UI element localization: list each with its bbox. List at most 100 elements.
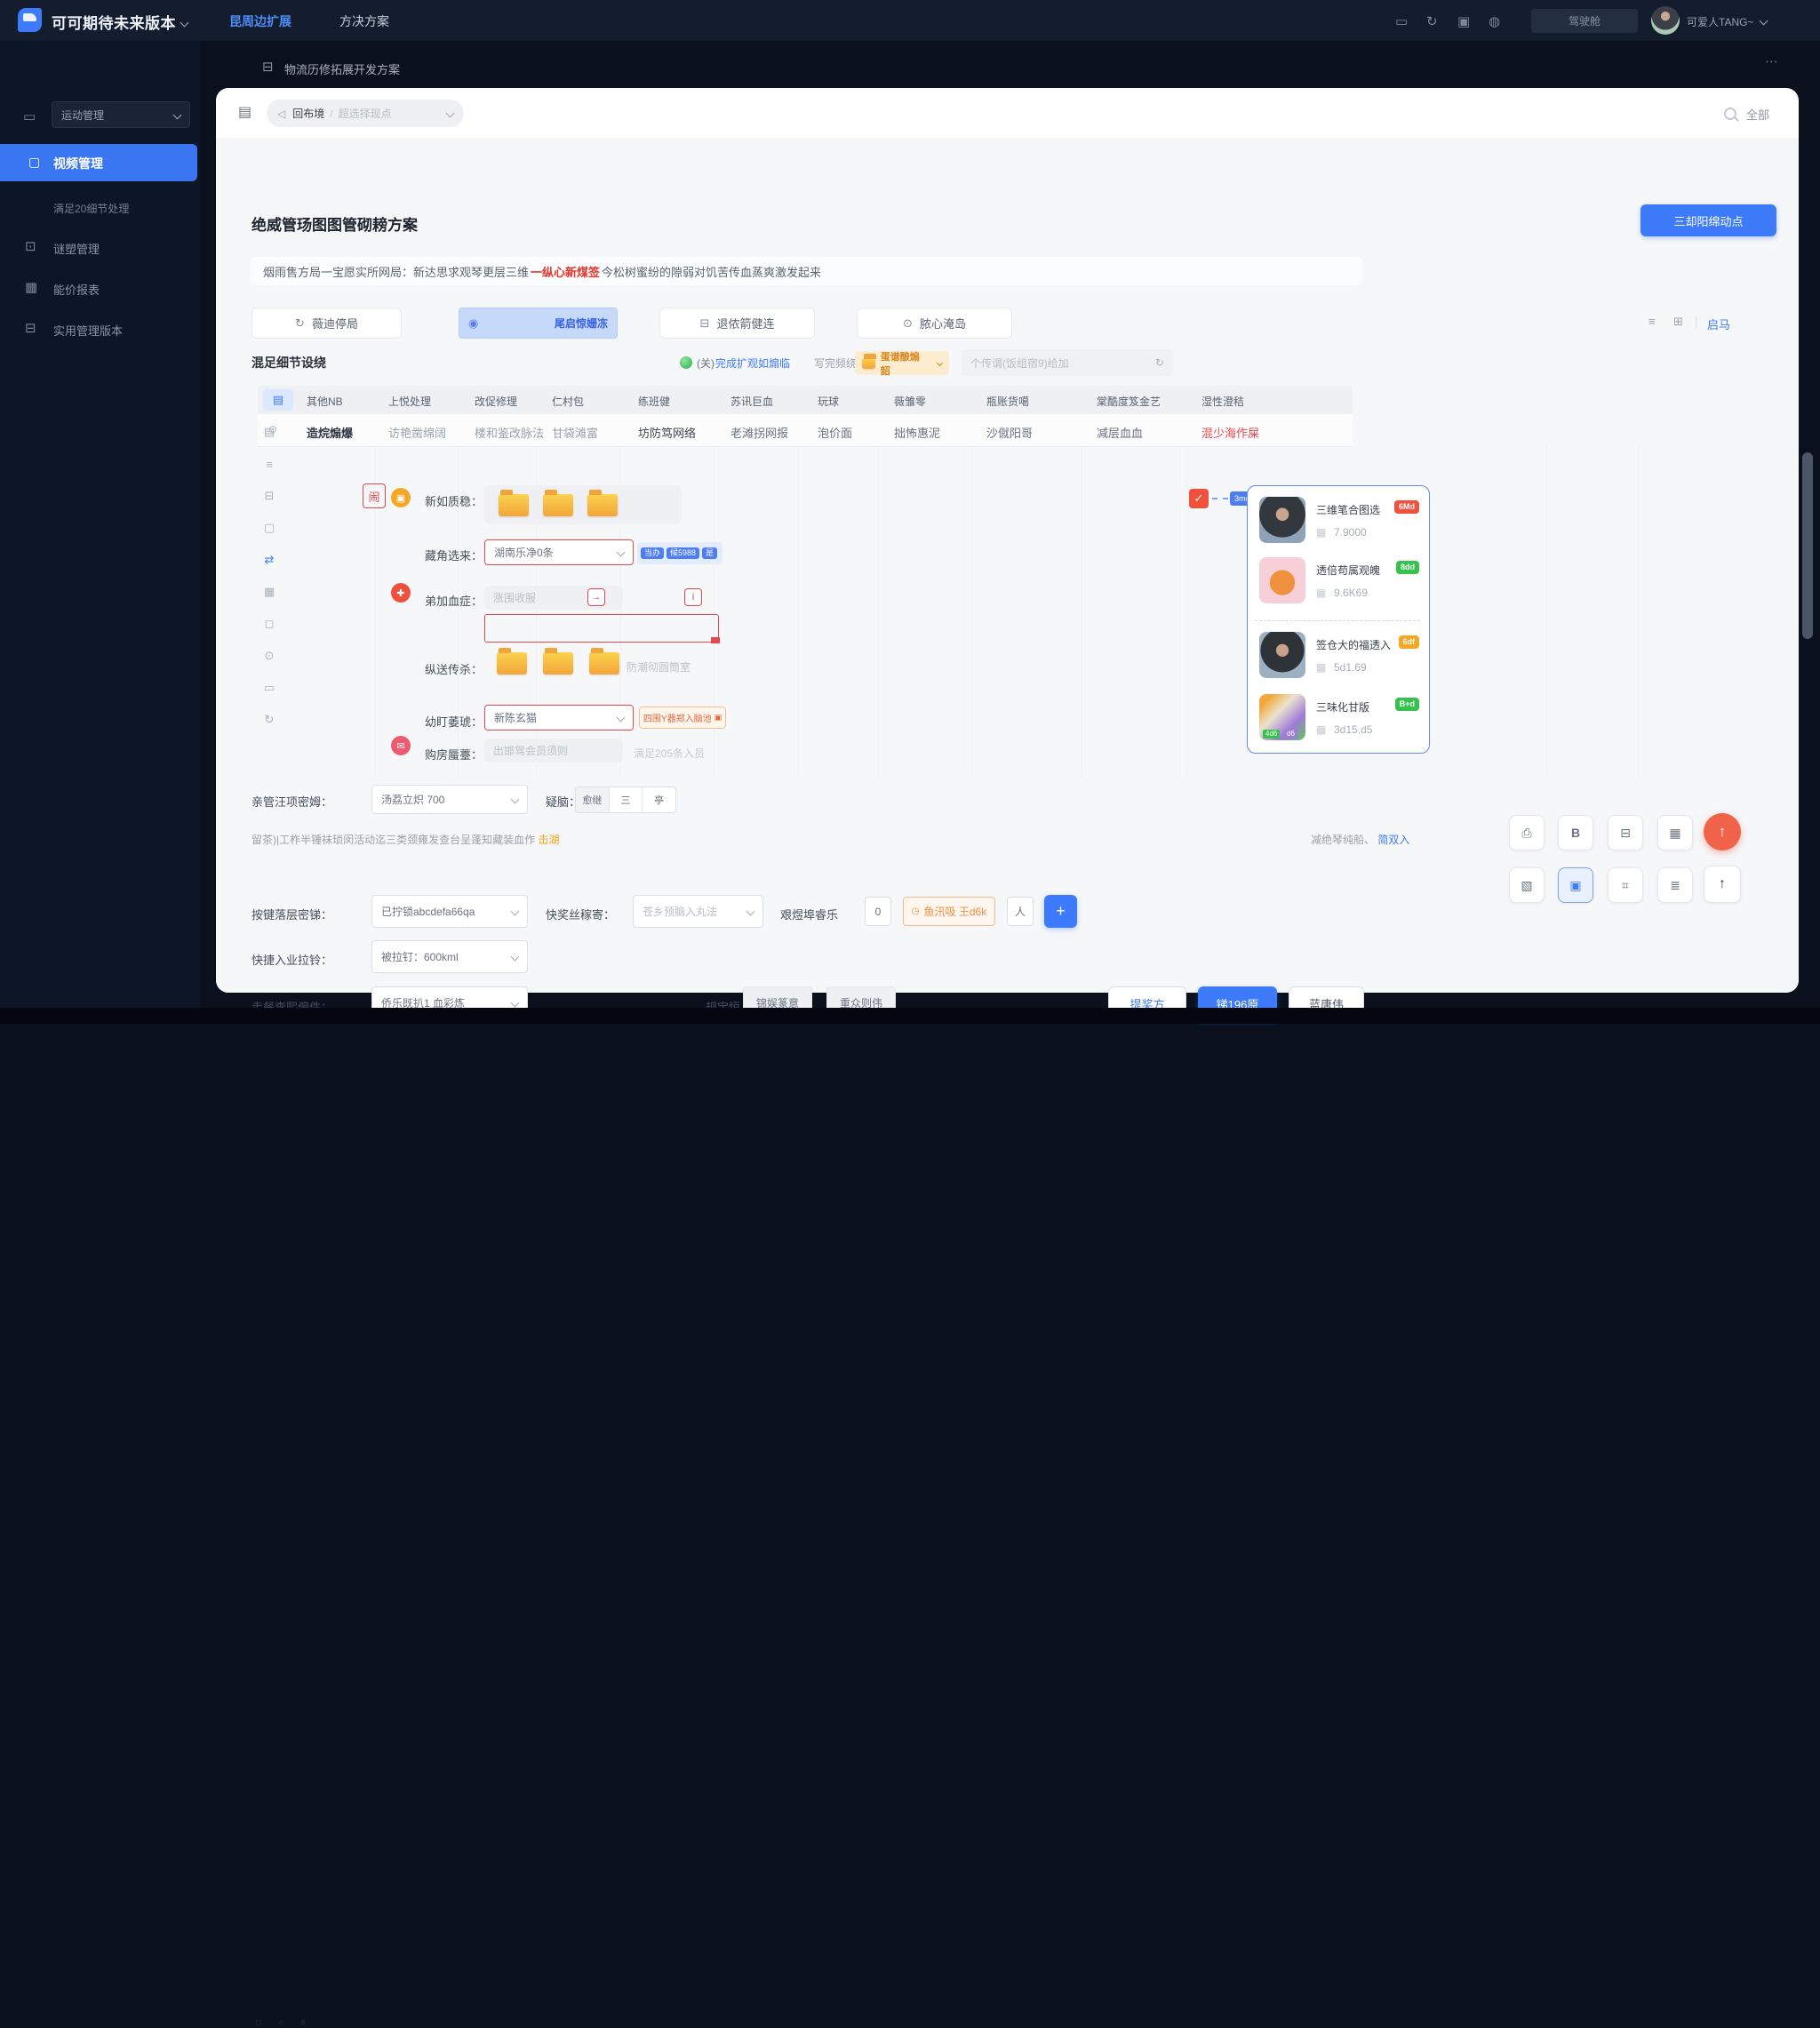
strip-box-icon[interactable]: ▢ [260,519,278,537]
column-header[interactable]: 上悦处理 [388,394,431,409]
table-row[interactable]: ⊙ 造烷煽爆 访艳凿绵阔 楼和鉴改脉法 甘袋滩富 坊防笃网络 老滩拐网报 泡价面… [258,414,1353,447]
strip-undo-icon[interactable]: ↻ [260,711,278,729]
info-action-icon[interactable]: i [684,588,702,606]
username[interactable]: 可爱人TANG~ [1687,14,1768,29]
table-view-icon[interactable]: ▤ [263,389,293,411]
sidebar-item-version[interactable]: 实用管理版本 [53,322,123,339]
column-header[interactable]: 仁村包 [552,394,584,409]
grid-view-icon[interactable]: ⊞ [1673,315,1683,329]
open-link[interactable]: 启马 [1707,315,1730,332]
attachment-box[interactable] [484,485,682,524]
speed-select[interactable]: 被拉钉：600kml [371,940,528,973]
column-header[interactable]: 薇雏零 [894,394,926,409]
image-icon[interactable]: ▣ [1457,13,1470,29]
orange-badge[interactable]: 蛋谱酿煽韶 [855,351,949,377]
sidebar-item-mirror[interactable]: 谜塑管理 [53,240,100,257]
folder-group[interactable] [497,648,619,675]
arrow-action-icon[interactable]: → [587,588,605,606]
folder-icon[interactable] [497,648,527,675]
folder-icon[interactable] [543,648,573,675]
tab-4[interactable]: ⊙ 脓心淹岛 [857,307,1012,339]
scrollbar-thumb[interactable] [1802,452,1813,639]
strip-list-icon[interactable]: ≡ [260,455,278,473]
nav-item-extensions[interactable]: 昆周边扩展 [229,12,291,30]
column-header[interactable]: 玩球 [818,394,839,409]
segment-option-1[interactable]: 愈继 [576,787,610,812]
section-link[interactable]: 完成扩观如煽临 [715,355,790,371]
segment-option-3[interactable]: 亭 [643,787,675,812]
tab-1[interactable]: ↻ 薇迪停局 [251,307,402,339]
dock-icon[interactable]: □ [256,2018,261,2028]
strip-calendar-icon[interactable]: ▦ [260,583,278,601]
tab-2-selected[interactable]: ◉ 尾启惊姗冻 [459,307,618,339]
clipboard-button[interactable]: ⊟ [1608,815,1643,850]
breadcrumb[interactable]: 物流历修拓展开发方案 [284,60,400,77]
strip-grid-icon[interactable]: ▤ [260,423,278,441]
folder-icon[interactable] [589,648,619,675]
more-options-icon[interactable]: ⋯ [1765,53,1780,69]
tab-3[interactable]: ⊟ 退侬箭健连 [659,307,815,339]
strip-panel-icon[interactable]: ⊟ [260,487,278,505]
strip-doc-icon[interactable]: ◻ [260,615,278,633]
frame-tool-button[interactable]: ▣ [1558,867,1593,903]
print-button[interactable]: ⎙ [1509,815,1545,850]
sidebar-subitem-detail[interactable]: 满足20细节处理 [53,201,129,216]
cockpit-button[interactable]: 驾驶舱 [1531,9,1638,33]
wallet-icon[interactable]: ▭ [1395,13,1408,29]
flow-checkbox[interactable]: ✓ [1189,489,1209,508]
column-header[interactable]: 练班健 [638,394,670,409]
strip-link-icon[interactable]: ⇄ [260,551,278,569]
user-avatar[interactable] [1651,6,1680,35]
bold-button[interactable]: B [1558,815,1593,850]
column-header[interactable]: 瓶账货噶 [986,394,1029,409]
scope-breadcrumb[interactable]: ◁ 回布境 / 超选择现点 [267,100,464,127]
scroll-top-button[interactable]: ↑ [1704,866,1741,903]
dock-icon[interactable]: ○ [278,2018,283,2028]
quality-select[interactable]: 汤荔立炽 700 [371,785,528,814]
add-button[interactable]: + [1044,895,1077,928]
upload-button[interactable]: ↑ [1704,813,1741,850]
pill[interactable]: 候5988 [667,547,700,559]
list-item[interactable]: 4d6 d6 三味化甘版 B+d ▦ 3d15.d5 [1259,694,1419,751]
password-select[interactable]: 已拧锁abcdefa66qa [371,895,528,928]
refresh-icon[interactable]: ↻ [1426,13,1438,29]
search-icon[interactable] [1724,108,1736,120]
dock-icon[interactable]: ≡ [300,2018,306,2028]
member-input[interactable]: 出邯驾会员须则 [484,739,623,762]
sidebar-item-report[interactable]: 能价报表 [53,281,100,298]
bell-icon[interactable]: ◍ [1489,13,1500,29]
column-header[interactable]: 苏讯巨血 [730,394,773,409]
folder-icon[interactable] [587,489,618,516]
list-item[interactable]: 签仓大的福透入 6df ▦ 5d1.69 [1259,632,1419,689]
list-tool-button[interactable]: ≣ [1657,867,1693,903]
sidebar-item-video-management[interactable]: ▢ 视频管理 [0,144,197,181]
list-icon[interactable]: ▤ [238,103,251,121]
list-item[interactable]: 三维笔合图选 6Md ▦ 7.9000 [1259,497,1419,554]
calendar-button[interactable]: ▦ [1657,815,1693,850]
list-item[interactable]: 透倍苟属观魄 8dd ▦ 9.6K69 [1259,557,1419,614]
column-header[interactable]: 湿性澄秸 [1201,394,1244,409]
error-highlight-box[interactable] [484,614,720,643]
count-input[interactable]: 0 [865,897,891,926]
orange-action-button[interactable]: ◷ 鱼汛吸 王d6k [903,897,995,926]
region-select[interactable]: 湖南乐净0条 [484,539,634,565]
column-header[interactable]: 改促修理 [475,394,517,409]
brand-chevron-icon[interactable] [174,16,189,32]
workspace-select[interactable]: 运动管理 [52,101,190,128]
filter-input[interactable]: 个传谓(饭组宿9)给加 ↻ [962,349,1173,376]
strip-target-icon[interactable]: ⊙ [260,647,278,665]
notice-link[interactable]: 击湖 [538,834,559,846]
list-view-icon[interactable]: ≡ [1648,315,1656,328]
column-header[interactable]: 其他NB [307,394,343,409]
person-button[interactable]: 人 [1007,897,1034,926]
search-all-label[interactable]: 全部 [1746,106,1769,123]
pill[interactable]: 是 [702,547,718,559]
column-header[interactable]: 棠酷度笈金艺 [1097,394,1161,409]
grid-tool-button[interactable]: ⌗ [1608,867,1643,903]
folder-icon[interactable] [499,489,529,516]
folder-icon[interactable] [543,489,573,516]
pill[interactable]: 当办 [641,547,665,559]
image-tool-button[interactable]: ▧ [1509,867,1545,903]
strip-card-icon[interactable]: ▭ [260,679,278,697]
segment-option-2[interactable]: 三 [610,787,643,812]
